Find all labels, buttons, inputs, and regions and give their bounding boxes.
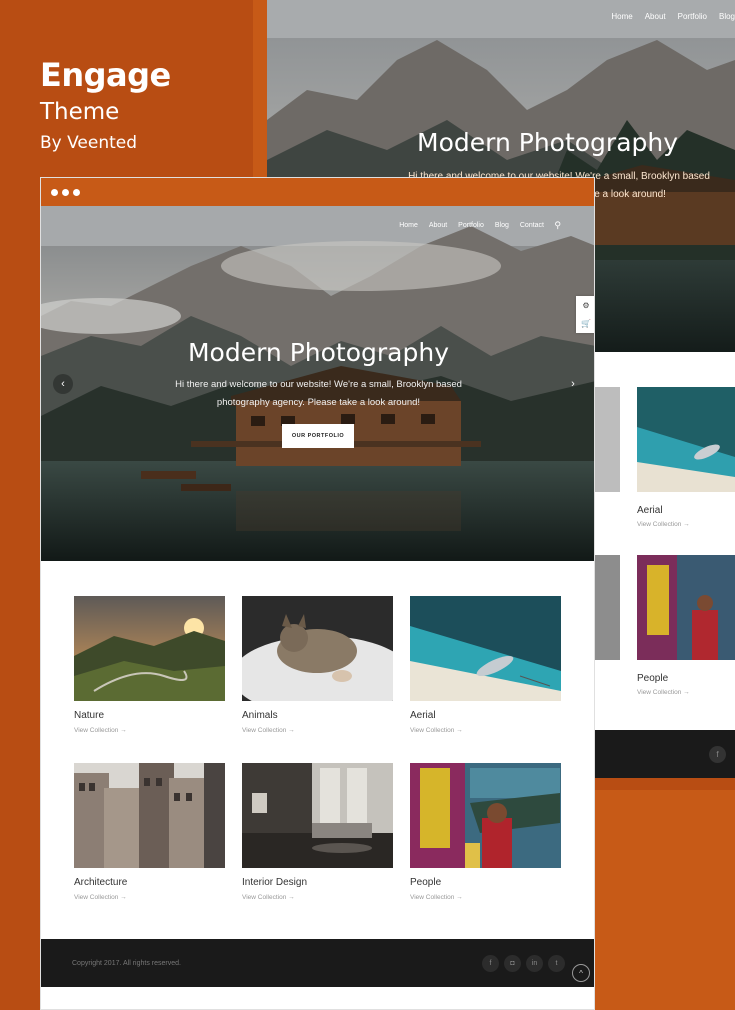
- back-grid-left-sliver-2: [595, 555, 620, 660]
- facebook-icon[interactable]: f: [482, 955, 499, 972]
- caption-architecture: Architecture: [74, 877, 128, 888]
- link-animals[interactable]: View Collection →: [242, 727, 393, 734]
- back-link-aerial[interactable]: View Collection →: [637, 521, 735, 528]
- caption-animals: Animals: [242, 710, 278, 721]
- nav-contact[interactable]: Contact: [520, 222, 544, 229]
- back-facebook-icon[interactable]: f: [709, 746, 726, 763]
- window-dot-2: [62, 188, 69, 196]
- back-collection-aerial[interactable]: Aerial View Collection →: [637, 387, 735, 528]
- architecture-thumb: [74, 763, 225, 868]
- link-architecture[interactable]: View Collection →: [74, 894, 225, 901]
- search-icon[interactable]: ⚲: [554, 220, 561, 231]
- link-people[interactable]: View Collection →: [410, 894, 561, 901]
- brand-author: By Veented: [40, 133, 138, 153]
- front-mockup: Home About Portfolio Blog Contact ⚲ Mode…: [40, 177, 595, 1010]
- people-thumb: [410, 763, 561, 868]
- brand-block: Engage Theme By Veented: [40, 56, 171, 155]
- nature-thumb: [74, 596, 225, 701]
- settings-icon[interactable]: ⚙: [582, 301, 589, 310]
- collection-people[interactable]: People View Collection →: [410, 763, 561, 901]
- slider-prev-icon[interactable]: ‹: [53, 374, 73, 394]
- twitter-icon[interactable]: t: [548, 955, 565, 972]
- flickr-icon[interactable]: ◘: [504, 955, 521, 972]
- slider-next-icon[interactable]: ›: [563, 374, 583, 394]
- linkedin-icon[interactable]: in: [526, 955, 543, 972]
- aerial-thumb: [410, 596, 561, 701]
- link-aerial[interactable]: View Collection →: [410, 727, 561, 734]
- back-collection-people[interactable]: People View Collection →: [637, 555, 735, 696]
- caption-people: People: [410, 877, 442, 888]
- link-nature[interactable]: View Collection →: [74, 727, 225, 734]
- interior-design-thumb: [242, 763, 393, 868]
- copyright-text: Copyright 2017. All rights reserved.: [72, 960, 181, 967]
- side-tools: ⚙ 🛒: [576, 296, 594, 333]
- brand-title: Engage: [40, 56, 171, 94]
- collection-animals[interactable]: Animals View Collection →: [242, 596, 393, 734]
- collection-architecture[interactable]: Architecture View Collection →: [74, 763, 225, 901]
- hero-title: Modern Photography: [187, 338, 450, 367]
- nav-portfolio[interactable]: Portfolio: [458, 222, 484, 229]
- back-nav-home[interactable]: Home: [611, 12, 632, 21]
- back-caption-people: People: [637, 673, 669, 684]
- main-nav: Home About Portfolio Blog Contact: [399, 222, 544, 229]
- back-caption-aerial: Aerial: [637, 505, 663, 516]
- bg-stripe-right: [595, 790, 735, 1010]
- back-grid-left-sliver-1: [595, 387, 620, 492]
- window-chrome: [41, 178, 594, 206]
- site-footer: Copyright 2017. All rights reserved. f ◘…: [41, 939, 594, 987]
- portfolio-button[interactable]: OUR PORTFOLIO: [282, 424, 354, 448]
- back-nav-portfolio[interactable]: Portfolio: [678, 12, 707, 21]
- bg-stripe-top: [253, 0, 267, 177]
- nav-blog[interactable]: Blog: [495, 222, 509, 229]
- collection-nature[interactable]: Nature View Collection →: [74, 596, 225, 734]
- footer-bottom-strip: [41, 987, 594, 1009]
- link-interior-design[interactable]: View Collection →: [242, 894, 393, 901]
- caption-aerial: Aerial: [410, 710, 436, 721]
- brand-subtitle: Theme: [40, 99, 120, 125]
- nav-about[interactable]: About: [429, 222, 447, 229]
- back-nav: Home About Portfolio Blog: [611, 12, 735, 21]
- back-hero-title: Modern Photography: [417, 128, 679, 157]
- back-aerial-thumb: [637, 387, 735, 492]
- collection-interior-design[interactable]: Interior Design View Collection →: [242, 763, 393, 901]
- caption-interior-design: Interior Design: [242, 877, 308, 888]
- cart-icon[interactable]: 🛒: [581, 319, 591, 328]
- nav-home[interactable]: Home: [399, 222, 418, 229]
- back-nav-blog[interactable]: Blog: [719, 12, 735, 21]
- back-nav-about[interactable]: About: [645, 12, 666, 21]
- collection-aerial[interactable]: Aerial View Collection →: [410, 596, 561, 734]
- hero-section: Home About Portfolio Blog Contact ⚲ Mode…: [41, 206, 594, 561]
- caption-nature: Nature: [74, 710, 105, 721]
- animals-thumb: [242, 596, 393, 701]
- window-dot-3: [73, 188, 80, 196]
- window-dot-1: [51, 188, 58, 196]
- back-to-top-icon[interactable]: ^: [572, 964, 590, 982]
- back-people-thumb: [637, 555, 735, 660]
- back-link-people[interactable]: View Collection →: [637, 689, 735, 696]
- social-links: f ◘ in t: [482, 955, 565, 972]
- hero-subtitle: Hi there and welcome to our website! We'…: [175, 379, 462, 408]
